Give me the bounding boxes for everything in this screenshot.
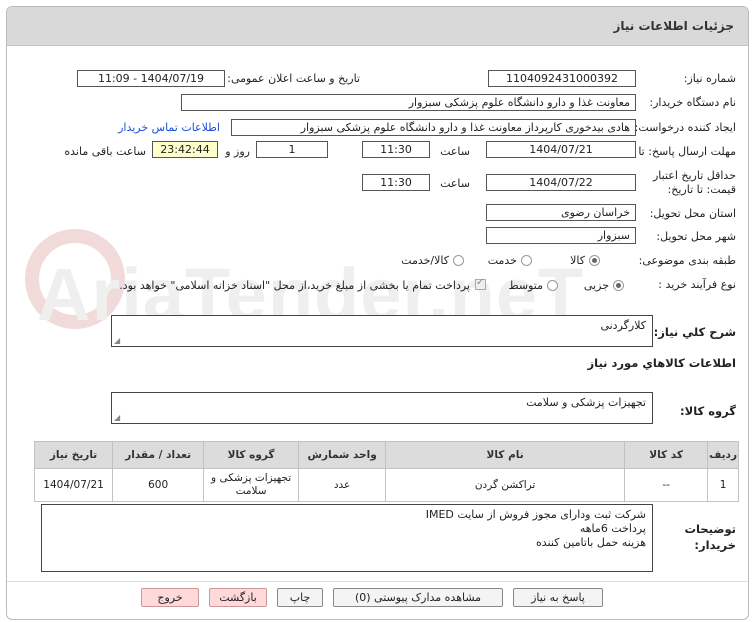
cell-row: 1 [707,468,739,502]
notes-line: شرکت ثبت ودارای مجوز فروش از سایت IMED [425,508,646,521]
button-bar: پاسخ به نیاز مشاهده مدارک پیوستی (0) چاپ… [7,581,748,619]
category-label: طبقه بندی موضوعی: [638,254,736,267]
city-label: شهر محل تحویل: [656,230,736,243]
treasury-payment-checkbox[interactable] [475,277,486,290]
validity-time-field: 11:30 [362,174,430,191]
col-unit-header: واحد شمارش [298,441,387,469]
treasury-payment-note: پرداخت تمام یا بخشی از مبلغ خرید،از محل … [119,279,470,292]
summary-label: شرح كلي نياز: [653,325,736,339]
announce-label: تاریخ و ساعت اعلان عمومی: [227,72,360,85]
items-table: ردیف کد کالا نام کالا واحد شمارش گروه کا… [33,441,739,502]
category-service-radio[interactable] [521,255,532,266]
category-goods-radio[interactable] [589,255,600,266]
table-header-row: ردیف کد کالا نام کالا واحد شمارش گروه کا… [33,441,739,469]
category-service-label: خدمت [487,254,517,267]
reply-time-label: ساعت [440,145,470,158]
days-count-field: 1 [256,141,328,158]
requester-field: هادی بیدخوری کارپرداز معاونت غذا و دارو … [231,119,636,136]
back-button[interactable]: بازگشت [209,588,267,607]
requester-label: ایجاد کننده درخواست: [634,121,736,134]
goods-section-title: اطلاعات کالاهاي مورد نياز [587,356,736,370]
col-group-header: گروه کالا [203,441,300,469]
process-minor-radio[interactable] [613,280,624,291]
cell-name: تراکشن گردن [385,468,626,502]
col-code-header: کد کالا [624,441,709,469]
validity-time-label: ساعت [440,177,470,190]
remaining-time-field: 23:42:44 [152,141,218,158]
col-qty-header: تعداد / مقدار [112,441,205,469]
need-number-label: شماره نیاز: [683,72,736,85]
validity-date-field: 1404/07/22 [486,174,636,191]
province-field: خراسان رضوی [486,204,636,221]
col-row-header: ردیف [707,441,739,469]
cell-qty: 600 [112,468,205,502]
contact-buyer-link[interactable]: اطلاعات تماس خریدار [118,121,220,134]
category-goods-label: کالا [570,254,585,267]
buyer-org-field: معاونت غذا و دارو دانشگاه علوم پزشکی سبز… [181,94,636,111]
resize-grip-icon[interactable]: ◢ [114,336,120,345]
cell-unit: عدد [298,468,387,502]
panel-title: جزئیات اطلاعات نیاز [613,19,734,33]
process-label: نوع فرآیند خرید : [658,278,736,291]
col-date-header: تاریخ نیاز [33,441,114,469]
process-medium-radio[interactable] [547,280,558,291]
notes-line: پرداخت 6ماهه [579,522,646,535]
resize-grip-icon[interactable]: ◢ [114,413,120,422]
validity-label: حداقل تاریخ اعتبار قیمت: تا تاریخ: [652,169,736,196]
cell-code: -- [624,468,709,502]
notes-field: شرکت ثبت ودارای مجوز فروش از سایت IMED پ… [41,504,653,572]
summary-field: کلارگردنی ◢ [111,315,653,347]
category-goods-service-radio[interactable] [453,255,464,266]
goods-group-label: گروه کالا: [680,404,736,418]
province-label: استان محل تحویل: [649,207,736,220]
process-minor-label: جزیی [583,279,609,292]
col-name-header: نام کالا [385,441,626,469]
need-number-field: 1104092431000392 [488,70,636,87]
process-medium-label: متوسط [508,279,543,292]
view-attachments-button[interactable]: مشاهده مدارک پیوستی (0) [333,588,503,607]
cell-group: تجهیزات پزشکی و سلامت [203,468,300,502]
table-row: 1 -- تراکشن گردن عدد تجهیزات پزشکی و سلا… [33,468,739,502]
announce-field: 1404/07/19 - 11:09 [77,70,225,87]
remaining-label: ساعت باقی مانده [64,145,146,158]
goods-group-field: تجهیزات پزشکی و سلامت ◢ [111,392,653,424]
city-field: سبزوار [486,227,636,244]
cell-date: 1404/07/21 [33,468,114,502]
notes-line: هزینه حمل باتامین کننده [536,536,646,549]
goods-group-text: تجهیزات پزشکی و سلامت [526,396,646,409]
reply-date-field: 1404/07/21 [486,141,636,158]
panel-header: جزئیات اطلاعات نیاز [7,7,748,46]
notes-label: توضیحات خریدار: [684,522,737,552]
print-button[interactable]: چاپ [277,588,323,607]
summary-text: کلارگردنی [600,319,646,332]
reply-time-field: 11:30 [362,141,430,158]
reply-button[interactable]: پاسخ به نیاز [513,588,603,607]
buyer-org-label: نام دستگاه خریدار: [649,96,736,109]
category-goods-service-label: کالا/خدمت [401,254,449,267]
details-panel: جزئیات اطلاعات نیاز AriaTender.neT شماره… [6,6,749,620]
exit-button[interactable]: خروج [141,588,199,607]
days-label: روز و [225,145,250,158]
